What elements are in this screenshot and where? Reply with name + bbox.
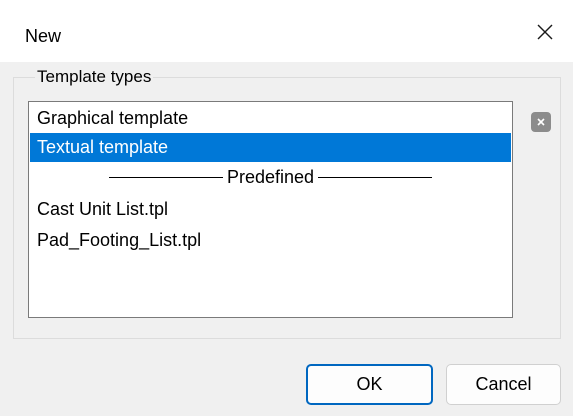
list-item-graphical-template[interactable]: Graphical template	[30, 104, 511, 133]
separator-line-left	[108, 177, 223, 178]
list-item-label: Graphical template	[37, 108, 189, 128]
close-icon	[537, 24, 553, 40]
delete-template-button[interactable]	[531, 112, 551, 132]
dialog-title: New	[25, 26, 62, 46]
list-item-pad-footing-list[interactable]: Pad_Footing_List.tpl	[30, 226, 511, 255]
delete-icon	[537, 118, 545, 126]
list-item-label: Pad_Footing_List.tpl	[37, 230, 202, 250]
list-item-label: Cast Unit List.tpl	[37, 199, 169, 219]
cancel-button[interactable]: Cancel	[446, 364, 561, 405]
close-button[interactable]	[517, 10, 573, 54]
separator-label: Predefined	[226, 167, 315, 187]
ok-button[interactable]: OK	[306, 364, 433, 405]
list-item-label: Textual template	[37, 137, 169, 157]
separator-line-right	[318, 177, 433, 178]
title-bar: New	[0, 0, 573, 62]
group-legend: Template types	[35, 67, 154, 87]
template-listbox[interactable]: Graphical template Textual template Pred…	[28, 101, 513, 318]
predefined-separator: Predefined	[30, 163, 511, 192]
new-dialog: New Template types Graphical template Te…	[0, 0, 573, 416]
list-item-cast-unit-list[interactable]: Cast Unit List.tpl	[30, 195, 511, 224]
list-item-textual-template[interactable]: Textual template	[30, 133, 511, 162]
